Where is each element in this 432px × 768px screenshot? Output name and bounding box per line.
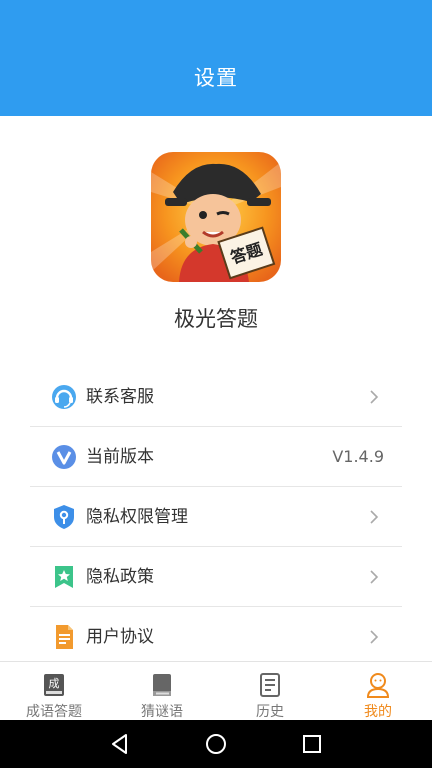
app-name: 极光答题 bbox=[174, 307, 258, 331]
recents-icon[interactable] bbox=[300, 732, 324, 756]
menu-item-version[interactable]: 当前版本 V1.4.9 bbox=[30, 427, 402, 487]
chevron-right-icon bbox=[366, 509, 382, 525]
book-icon bbox=[149, 672, 175, 698]
menu-item-user-agreement[interactable]: 用户协议 bbox=[30, 607, 402, 667]
menu-item-label: 隐私政策 bbox=[86, 567, 154, 587]
tab-label: 猜谜语 bbox=[141, 704, 183, 720]
app-logo: 答题 bbox=[151, 152, 281, 282]
android-nav-bar bbox=[0, 720, 432, 768]
svg-text:成: 成 bbox=[49, 677, 60, 690]
home-icon[interactable] bbox=[204, 732, 228, 756]
customer-service-icon bbox=[50, 383, 78, 411]
version-value: V1.4.9 bbox=[332, 447, 384, 466]
privacy-policy-icon bbox=[50, 563, 78, 591]
tab-label: 成语答题 bbox=[26, 704, 82, 720]
page-title: 设置 bbox=[194, 66, 238, 90]
tab-history[interactable]: 历史 bbox=[216, 662, 324, 720]
bottom-tab-bar: 成 成语答题 猜谜语 历史 我的 bbox=[0, 661, 432, 720]
tab-riddles[interactable]: 猜谜语 bbox=[108, 662, 216, 720]
header-bar: 设置 bbox=[0, 0, 432, 116]
history-icon bbox=[257, 672, 283, 698]
menu-item-label: 当前版本 bbox=[86, 447, 154, 467]
menu-item-label: 联系客服 bbox=[86, 387, 154, 407]
tab-label: 历史 bbox=[256, 704, 284, 720]
chevron-right-icon bbox=[366, 629, 382, 645]
menu-item-privacy-permission[interactable]: 隐私权限管理 bbox=[30, 487, 402, 547]
idiom-icon: 成 bbox=[41, 672, 67, 698]
menu-item-customer-service[interactable]: 联系客服 bbox=[30, 367, 402, 427]
menu-item-label: 隐私权限管理 bbox=[86, 507, 188, 527]
user-agreement-icon bbox=[50, 623, 78, 651]
chevron-right-icon bbox=[366, 389, 382, 405]
menu-item-label: 用户协议 bbox=[86, 627, 154, 647]
profile-icon bbox=[365, 672, 391, 698]
settings-menu: 联系客服 当前版本 V1.4.9 隐私权限管理 隐私政策 用户协议 bbox=[30, 367, 402, 667]
tab-label: 我的 bbox=[364, 704, 392, 720]
menu-item-privacy-policy[interactable]: 隐私政策 bbox=[30, 547, 402, 607]
chevron-right-icon bbox=[366, 569, 382, 585]
privacy-permission-icon bbox=[50, 503, 78, 531]
version-icon bbox=[50, 443, 78, 471]
back-icon[interactable] bbox=[108, 732, 132, 756]
tab-mine[interactable]: 我的 bbox=[324, 662, 432, 720]
tab-idiom-quiz[interactable]: 成 成语答题 bbox=[0, 662, 108, 720]
